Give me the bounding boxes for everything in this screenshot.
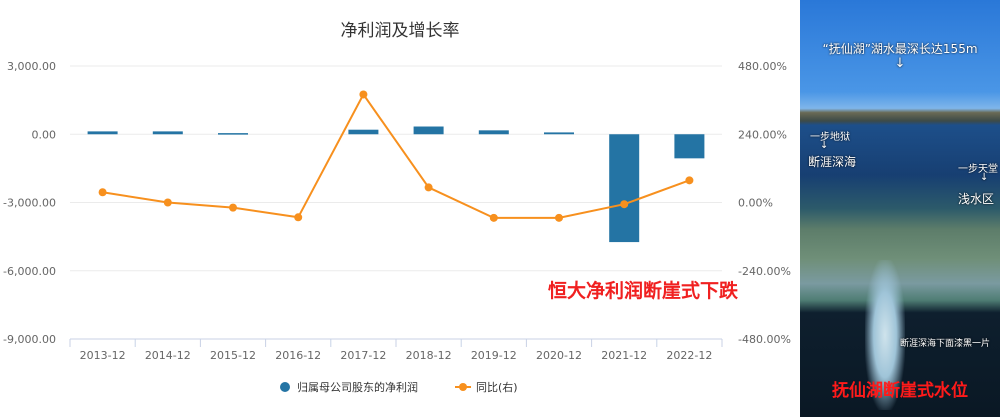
legend-line-label: 同比(右): [476, 380, 518, 394]
x-tick-label: 2013-12: [80, 349, 126, 362]
x-tick-label: 2017-12: [340, 349, 386, 362]
bar: [478, 130, 509, 135]
growth-point: [294, 213, 303, 222]
lake-photo: “抚仙湖”湖水最深长达155m ↓ 一步地狱 ↓ 断涯深海 一步天堂 ↓ 浅水区…: [800, 0, 1000, 417]
right-label-2: 浅水区: [958, 192, 995, 206]
growth-point: [424, 183, 433, 192]
x-tick-label: 2021-12: [601, 349, 647, 362]
arrow-down-icon: ↓: [894, 56, 906, 71]
x-tick-label: 2018-12: [406, 349, 452, 362]
bar: [218, 133, 248, 135]
growth-point: [98, 188, 107, 197]
legend-line-marker-dot: [459, 383, 467, 391]
growth-point: [555, 213, 563, 222]
growth-point: [489, 213, 498, 222]
photo-caption: 抚仙湖断崖式水位: [832, 381, 968, 401]
x-tick-label: 2020-12: [536, 349, 582, 362]
growth-point: [229, 203, 237, 212]
x-tick-label: 2022-12: [666, 349, 712, 362]
photo-bottom-text: 断涯深海下面漆黑一片: [900, 339, 991, 349]
left-tick-label: -6,000.00: [3, 265, 56, 278]
left-label-2: 断涯深海: [808, 155, 857, 169]
right-tick-label: -480.00%: [738, 333, 791, 346]
net-profit-chart: 3,000.00 480.00% 0.00 240.00% -3,000.00 0.00%…: [3, 60, 791, 394]
growth-line: [102, 92, 690, 219]
x-tick-label: 2014-12: [145, 349, 191, 362]
growth-point: [685, 176, 694, 185]
left-tick-label: 0.00: [32, 128, 57, 141]
left-label-1: 一步地狱: [810, 132, 850, 143]
bar: [609, 134, 640, 243]
photo-top-text: “抚仙湖”湖水最深长达155m: [822, 42, 978, 56]
growth-point: [620, 200, 629, 209]
bar: [152, 131, 183, 135]
bar: [544, 132, 574, 135]
arrow-down-icon: ↓: [820, 140, 829, 151]
annotation-text: 恒大净利润断崖式下跌: [548, 280, 739, 302]
legend-bar-marker: [280, 382, 290, 392]
right-tick-label: -240.00%: [738, 265, 791, 278]
growth-point: [163, 198, 172, 207]
left-tick-label: 3,000.00: [7, 60, 56, 73]
right-tick-label: 480.00%: [738, 60, 787, 73]
left-tick-label: -9,000.00: [3, 333, 56, 346]
right-tick-label: 0.00%: [738, 197, 773, 210]
right-label-1: 一步天堂: [958, 164, 998, 175]
x-tick-label: 2015-12: [210, 349, 256, 362]
arrow-down-icon: ↓: [980, 172, 989, 183]
x-tick-label: 2016-12: [275, 349, 321, 362]
chart-title: 净利润及增长率: [340, 21, 460, 41]
left-tick-label: -3,000.00: [3, 197, 56, 210]
x-tick-label: 2019-12: [471, 349, 517, 362]
bar: [413, 126, 444, 135]
right-tick-label: 240.00%: [738, 128, 787, 141]
bar: [674, 134, 705, 159]
bar: [87, 131, 118, 135]
legend-bar-label: 归属母公司股东的净利润: [297, 380, 418, 394]
growth-point: [359, 90, 368, 99]
bar: [348, 129, 379, 135]
